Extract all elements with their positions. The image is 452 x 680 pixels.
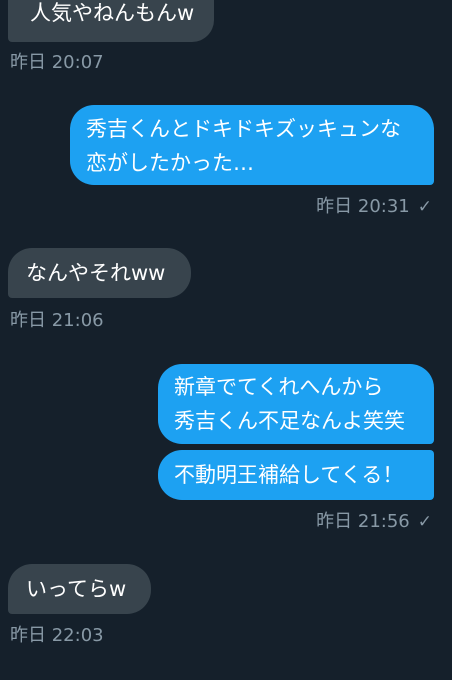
message-timestamp-row: 昨日 21:56 ✓	[316, 511, 432, 533]
outgoing-message-bubble[interactable]: 秀吉くんとドキドキズッキュンな 恋がしたかった…	[70, 105, 434, 185]
sent-check-icon: ✓	[417, 512, 432, 532]
outgoing-message-bubble[interactable]: 不動明王補給してくる！	[158, 450, 434, 500]
message-text: いってらw	[26, 577, 127, 601]
message-text-line: 秀吉くん不足なんよ笑笑	[174, 409, 405, 433]
outgoing-message-bubble[interactable]: 新章でてくれへんから 秀吉くん不足なんよ笑笑	[158, 364, 434, 444]
message-text-line: 秀吉くんとドキドキズッキュンな	[86, 117, 401, 141]
message-timestamp: 昨日 21:06	[10, 310, 104, 331]
message-text: 人気やねんもんw	[30, 1, 195, 25]
message-text: 不動明王補給してくる！	[174, 463, 404, 487]
message-timestamp: 昨日 20:07	[10, 52, 104, 73]
sent-check-icon: ✓	[417, 197, 432, 217]
incoming-message-bubble[interactable]: いってらw	[8, 564, 151, 614]
message-timestamp: 昨日 20:31	[316, 196, 410, 217]
message-text-line: 恋がしたかった…	[86, 151, 254, 175]
message-timestamp: 昨日 21:56	[316, 511, 410, 532]
message-text: なんやそれww	[26, 261, 166, 285]
incoming-message-bubble[interactable]: なんやそれww	[8, 248, 191, 298]
message-text-line: 新章でてくれへんから	[174, 375, 384, 399]
message-timestamp-row: 昨日 20:31 ✓	[316, 196, 432, 218]
incoming-message-bubble[interactable]: 人気やねんもんw	[8, 0, 214, 42]
message-timestamp: 昨日 22:03	[10, 625, 104, 646]
